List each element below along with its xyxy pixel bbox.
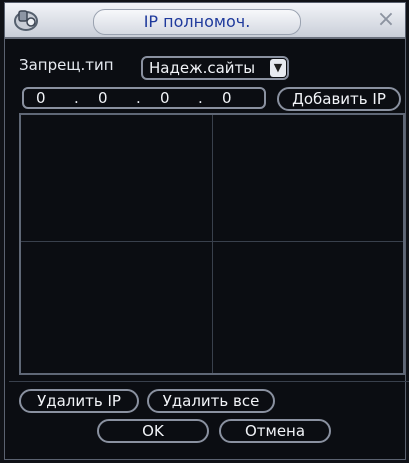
delete-ip-button[interactable]: Удалить IP [19, 389, 139, 413]
deny-type-select[interactable]: Надеж.сайты ▼ [141, 56, 289, 80]
ip-octet-3[interactable]: 0 [160, 89, 170, 107]
app-logo-icon [11, 6, 41, 34]
deny-type-label: Запрещ.тип [19, 56, 114, 74]
delete-all-button[interactable]: Удалить все [147, 389, 275, 413]
ip-permission-dialog: IP полномоч. × Запрещ.тип Надеж.сайты ▼ … [4, 2, 409, 460]
ip-address-input[interactable]: 0 . 0 . 0 . 0 [22, 87, 266, 109]
dialog-title: IP полномоч. [93, 9, 301, 35]
divider [9, 381, 409, 382]
grid-divider-horizontal [21, 241, 403, 242]
grid-divider-vertical [212, 115, 213, 373]
ok-button[interactable]: OK [97, 419, 209, 443]
ip-octet-1[interactable]: 0 [36, 89, 46, 107]
cancel-button[interactable]: Отмена [219, 419, 331, 443]
ip-octet-2[interactable]: 0 [98, 89, 108, 107]
chevron-down-icon[interactable]: ▼ [270, 59, 286, 77]
add-ip-button[interactable]: Добавить IP [277, 87, 401, 111]
ip-separator: . [198, 89, 203, 107]
ip-separator: . [74, 89, 79, 107]
close-icon[interactable]: × [375, 9, 397, 31]
ip-separator: . [136, 89, 141, 107]
title-bar: IP полномоч. × [5, 3, 405, 39]
ip-octet-4[interactable]: 0 [222, 89, 232, 107]
ip-list[interactable] [19, 113, 405, 375]
deny-type-value: Надеж.сайты [149, 59, 256, 77]
